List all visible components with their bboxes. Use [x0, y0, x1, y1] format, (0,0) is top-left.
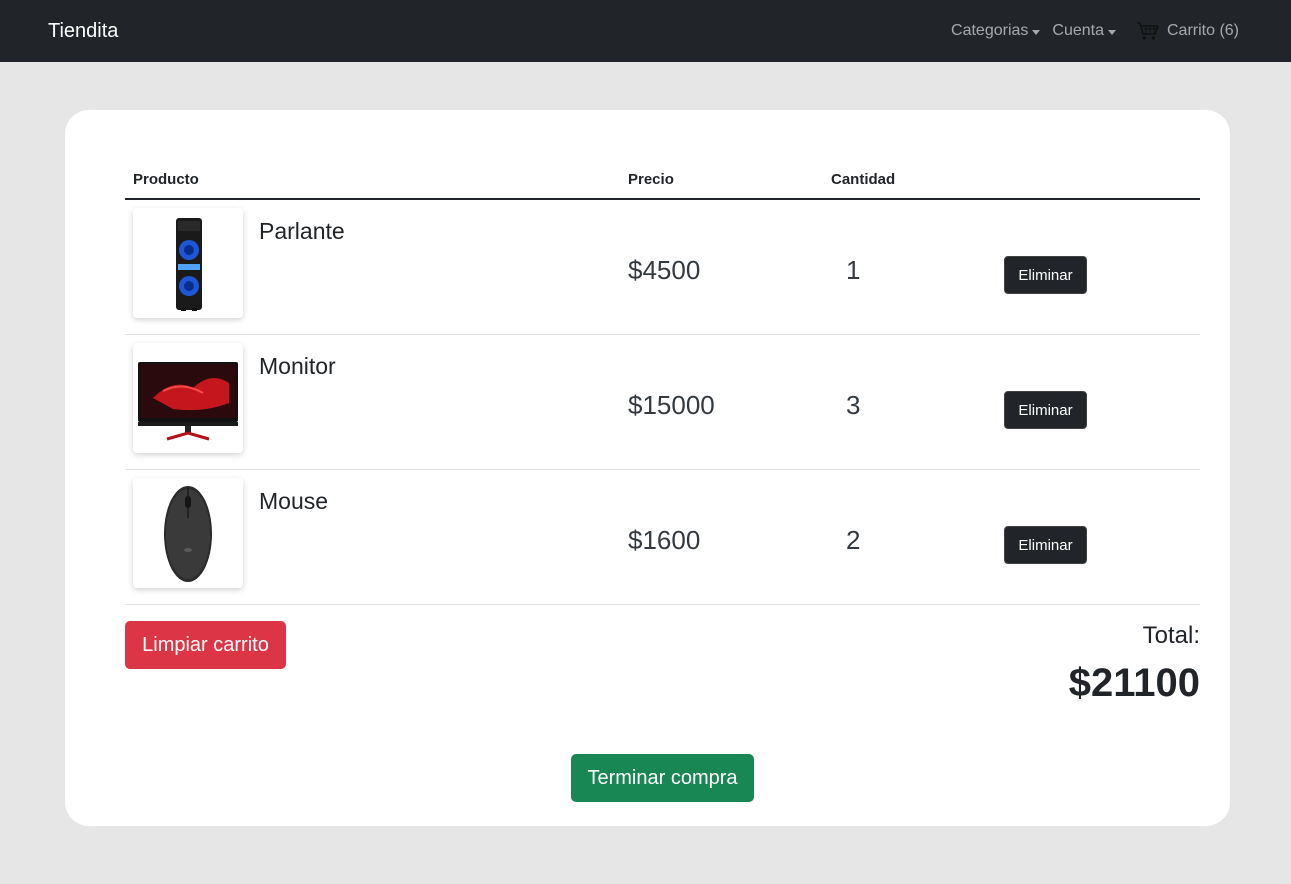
- product-thumbnail: [133, 478, 243, 588]
- table-row: Monitor $15000 3 Eliminar: [125, 335, 1200, 470]
- brand-logo[interactable]: Tiendita: [48, 20, 118, 43]
- cart-icon: [1136, 22, 1159, 40]
- cart-table: Producto Precio Cantidad Parlante $4500 …: [125, 168, 1200, 605]
- mouse-image: [164, 486, 212, 582]
- caret-down-icon: [1032, 29, 1041, 35]
- product-name: Mouse: [259, 488, 329, 514]
- clear-cart-button[interactable]: Limpiar carrito: [125, 621, 286, 669]
- product-quantity: 1: [846, 255, 861, 285]
- categories-label: Categorias: [951, 22, 1029, 39]
- header-quantity: Cantidad: [831, 171, 896, 188]
- product-name: Parlante: [259, 218, 345, 244]
- header-product: Producto: [133, 171, 199, 188]
- product-thumbnail: [133, 343, 243, 453]
- table-row: Mouse $1600 2 Eliminar: [125, 470, 1200, 605]
- table-row: Parlante $4500 1 Eliminar: [125, 200, 1200, 335]
- product-price: $15000: [628, 390, 715, 420]
- navbar: Tiendita Categorias Cuenta Carrito (6): [0, 0, 1291, 62]
- remove-button[interactable]: Eliminar: [1004, 391, 1087, 429]
- product-quantity: 3: [846, 390, 861, 420]
- cart-card: Producto Precio Cantidad Parlante $4500 …: [65, 110, 1230, 826]
- monitor-image: [138, 362, 238, 441]
- total-value: $21100: [1068, 661, 1200, 705]
- remove-button[interactable]: Eliminar: [1004, 256, 1087, 294]
- account-dropdown[interactable]: Cuenta: [1052, 22, 1116, 40]
- table-header: Producto Precio Cantidad: [125, 168, 1200, 200]
- product-quantity: 2: [846, 525, 861, 555]
- speaker-image: [176, 218, 202, 311]
- nav-menu: Categorias Cuenta Carrito (6): [939, 21, 1239, 41]
- categories-dropdown[interactable]: Categorias: [951, 22, 1041, 40]
- cart-link[interactable]: Carrito (6): [1136, 21, 1239, 41]
- total-label: Total:: [1142, 622, 1200, 649]
- product-name: Monitor: [259, 353, 336, 379]
- header-price: Precio: [628, 171, 674, 188]
- account-label: Cuenta: [1052, 22, 1104, 39]
- cart-label: Carrito (6): [1166, 22, 1239, 39]
- product-price: $1600: [628, 525, 701, 555]
- product-thumbnail: [133, 208, 243, 318]
- caret-down-icon: [1107, 29, 1116, 35]
- checkout-button[interactable]: Terminar compra: [571, 754, 754, 802]
- product-price: $4500: [628, 255, 701, 285]
- remove-button[interactable]: Eliminar: [1004, 526, 1087, 564]
